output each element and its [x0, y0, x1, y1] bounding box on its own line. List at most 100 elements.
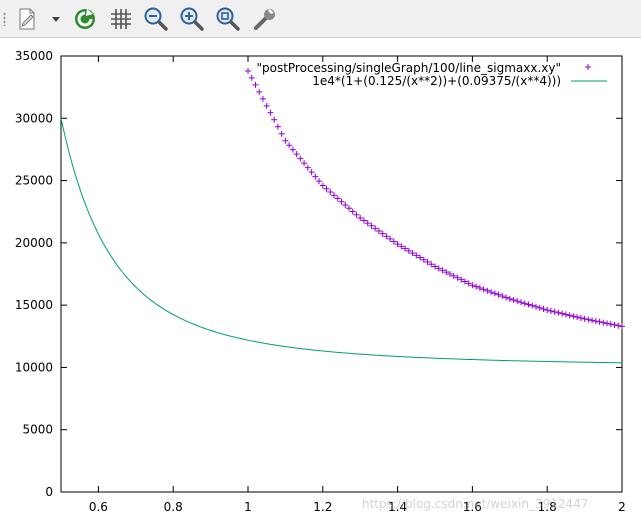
data-point-marker	[514, 298, 521, 305]
data-point-marker	[604, 320, 611, 327]
data-point-marker	[562, 311, 569, 318]
y-tick-label: 0	[45, 485, 53, 499]
data-point-marker	[480, 286, 487, 293]
data-point-marker	[256, 88, 263, 95]
export-icon[interactable]	[13, 5, 41, 33]
unzoom-icon[interactable]	[214, 5, 242, 33]
data-point-marker	[581, 315, 588, 322]
data-point-marker	[547, 307, 554, 314]
data-point-marker	[323, 185, 330, 192]
data-point-marker	[387, 235, 394, 242]
data-point-marker	[304, 164, 311, 171]
zoom-previous-icon[interactable]	[142, 5, 170, 33]
data-point-marker	[297, 155, 304, 162]
data-point-marker	[278, 130, 285, 137]
data-point-marker	[607, 321, 614, 328]
data-point-marker	[364, 220, 371, 227]
data-point-marker	[301, 160, 308, 167]
data-point-marker	[375, 228, 382, 235]
data-point-marker	[263, 102, 270, 109]
data-point-marker	[334, 195, 341, 202]
data-point-marker	[525, 301, 532, 308]
data-point-marker	[248, 74, 255, 81]
data-point-marker	[357, 214, 364, 221]
data-point-marker	[488, 289, 495, 296]
watermark-text: https://blog.csdn.net/weixin_3912447	[362, 497, 589, 511]
data-point-marker	[532, 303, 539, 310]
chart: 0.6 0.8 1 1.2 1.4 1.6 1.8 205000100001500020000…	[15, 49, 626, 514]
data-point-marker	[570, 313, 577, 320]
data-point-marker	[390, 238, 397, 245]
data-point-marker	[551, 308, 558, 315]
data-point-marker	[267, 109, 274, 116]
data-point-marker	[327, 189, 334, 196]
y-tick-label: 10000	[15, 360, 53, 374]
data-point-marker	[503, 294, 510, 301]
plot-border	[60, 55, 623, 493]
data-point-marker	[600, 319, 607, 326]
data-point-marker	[544, 307, 551, 314]
data-point-marker	[495, 291, 502, 298]
data-point-marker	[274, 123, 281, 130]
data-point-marker	[540, 306, 547, 313]
x-tick-label: 1.2	[313, 500, 332, 514]
data-point-marker	[345, 205, 352, 212]
data-point-marker	[271, 116, 278, 123]
legend-marker-points	[585, 64, 591, 70]
data-point-marker	[611, 321, 618, 328]
y-tick-label: 15000	[15, 298, 53, 312]
series-line-analytic	[60, 118, 623, 364]
data-point-marker	[293, 151, 300, 158]
data-point-marker	[518, 299, 525, 306]
data-point-marker	[521, 300, 528, 307]
x-tick-label: 1	[244, 500, 252, 514]
zoom-next-icon[interactable]	[178, 5, 206, 33]
y-tick-label: 35000	[15, 49, 53, 63]
data-point-marker	[312, 173, 319, 180]
grid-icon[interactable]	[107, 5, 135, 33]
data-point-marker	[484, 287, 491, 294]
y-tick-label: 25000	[15, 174, 53, 188]
data-point-marker	[574, 314, 581, 321]
y-tick-label: 30000	[15, 111, 53, 125]
data-point-marker	[259, 95, 266, 102]
data-point-marker	[379, 230, 386, 237]
x-tick-label: 2	[618, 500, 626, 514]
data-point-marker	[316, 178, 323, 185]
data-point-marker	[353, 211, 360, 218]
replot-icon[interactable]	[71, 5, 99, 33]
data-point-marker	[555, 309, 562, 316]
toolbar	[0, 0, 641, 38]
data-point-marker	[566, 312, 573, 319]
data-point-marker	[252, 81, 259, 88]
data-point-marker	[529, 302, 536, 309]
data-point-marker	[592, 318, 599, 325]
data-point-marker	[585, 316, 592, 323]
data-point-marker	[536, 304, 543, 311]
data-point-marker	[473, 283, 480, 290]
y-tick-label: 20000	[15, 236, 53, 250]
data-point-marker	[577, 314, 584, 321]
x-tick-label: 0.8	[164, 500, 183, 514]
data-point-marker	[319, 182, 326, 189]
data-point-marker	[342, 201, 349, 208]
legend-label-points: "postProcessing/singleGraph/100/line_sig…	[256, 61, 561, 75]
settings-wrench-icon[interactable]	[251, 5, 279, 33]
plot-area[interactable]: 0.6 0.8 1 1.2 1.4 1.6 1.8 2 0 5000 10000 15000 20000…	[0, 38, 641, 523]
data-point-marker	[383, 233, 390, 240]
toolbar-grip	[3, 12, 6, 26]
data-point-marker	[360, 217, 367, 224]
data-point-marker	[491, 290, 498, 297]
data-point-marker	[499, 293, 506, 300]
dropdown-arrow-icon[interactable]	[46, 5, 66, 33]
data-point-marker	[286, 142, 293, 149]
y-tick-label: 5000	[22, 423, 53, 437]
data-point-marker	[596, 318, 603, 325]
data-point-marker	[349, 208, 356, 215]
data-point-marker	[476, 284, 483, 291]
data-point-marker	[338, 198, 345, 205]
x-tick-label: 0.6	[89, 500, 108, 514]
data-point-marker	[331, 192, 338, 199]
data-point-marker	[559, 310, 566, 317]
data-point-marker	[245, 67, 251, 74]
